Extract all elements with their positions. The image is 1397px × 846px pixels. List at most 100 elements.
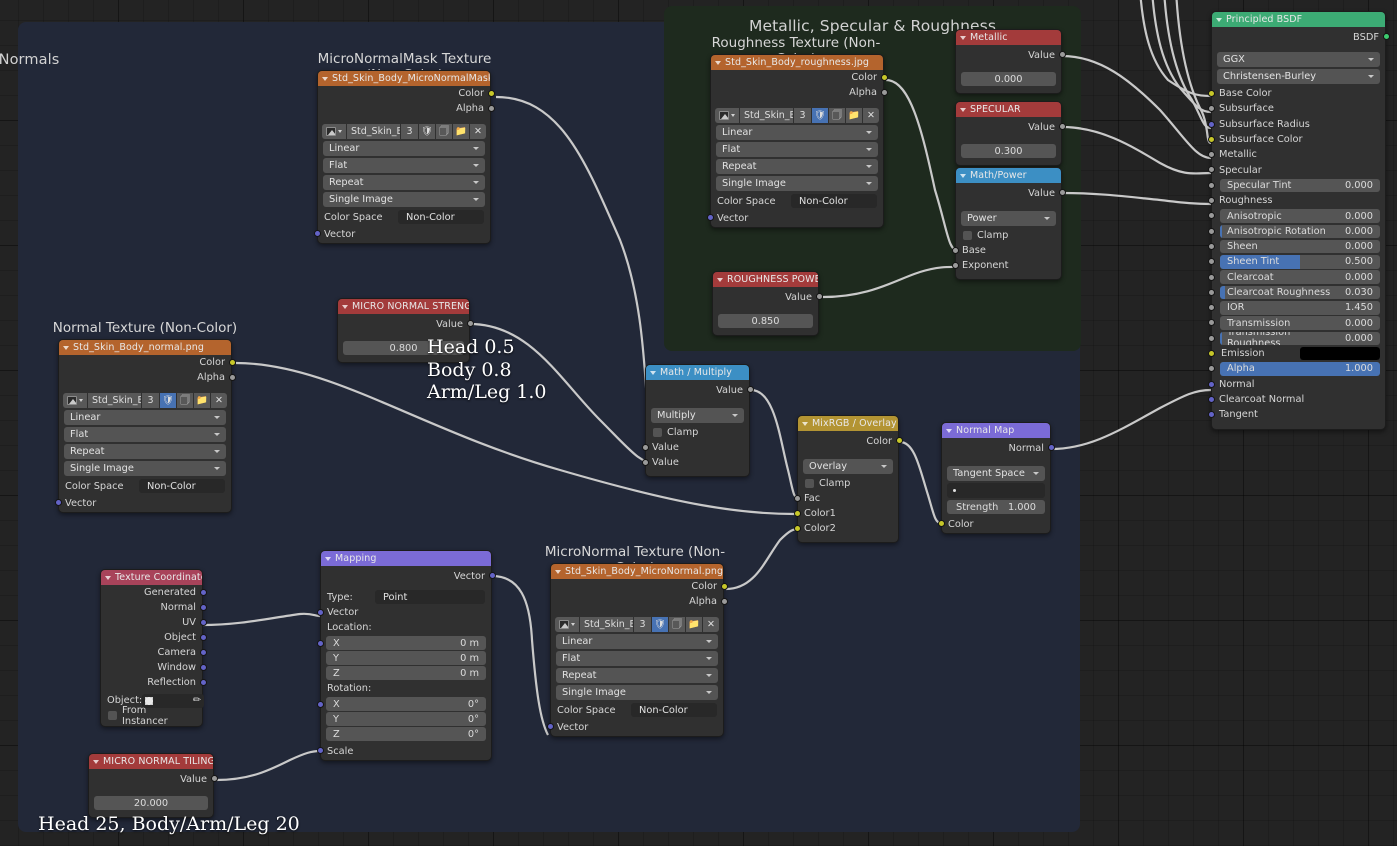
object-row[interactable]: Object: ✏ bbox=[101, 693, 205, 708]
node-micronormal-texture[interactable]: Std_Skin_Body_MicroNormal.png Color Alph… bbox=[546, 563, 728, 737]
bsdf-socket-row[interactable]: Emission bbox=[1207, 346, 1385, 361]
collapse-triangle-icon[interactable] bbox=[960, 173, 966, 178]
node-roughness-texture[interactable]: Std_Skin_Body_roughness.jpg Color Alpha … bbox=[706, 54, 888, 228]
socket-row-value[interactable]: Value bbox=[956, 183, 1066, 203]
close-icon[interactable]: ✕ bbox=[863, 108, 879, 123]
node-metallic-value[interactable]: Metallic Value 0.000 bbox=[955, 29, 1066, 94]
socket-color-out[interactable] bbox=[487, 90, 495, 97]
collapse-triangle-icon[interactable] bbox=[322, 76, 328, 81]
extension-dropdown[interactable]: Repeat bbox=[716, 159, 878, 174]
socket-specular-tint-in[interactable] bbox=[1207, 181, 1215, 189]
collapse-triangle-icon[interactable] bbox=[63, 345, 69, 350]
socket-rotation-in[interactable] bbox=[316, 701, 324, 708]
collapse-triangle-icon[interactable] bbox=[342, 304, 348, 309]
bsdf-socket-row[interactable]: Tangent bbox=[1207, 407, 1385, 422]
socket-clearcoat-roughness-in[interactable] bbox=[1207, 288, 1215, 296]
socket-color-out[interactable] bbox=[880, 74, 888, 81]
bsdf-ior-field[interactable]: IOR 1.450 bbox=[1220, 301, 1380, 315]
socket-alpha-out[interactable] bbox=[720, 598, 728, 605]
bsdf-socket-row[interactable]: Sheen Tint 0.500 bbox=[1207, 254, 1385, 269]
bsdf-socket-row[interactable]: Transmission Roughness 0.000 bbox=[1207, 331, 1385, 346]
bsdf-socket-row[interactable]: Sheen 0.000 bbox=[1207, 239, 1385, 254]
socket-alpha-out[interactable] bbox=[487, 105, 495, 112]
socket-vector-in[interactable] bbox=[316, 609, 324, 616]
collapse-triangle-icon[interactable] bbox=[105, 575, 111, 580]
folder-icon[interactable]: 📁 bbox=[194, 393, 210, 408]
socket-color-in[interactable] bbox=[937, 520, 945, 527]
extension-dropdown[interactable]: Repeat bbox=[323, 175, 485, 190]
projection-dropdown[interactable]: Flat bbox=[323, 158, 485, 173]
image-browse-icon[interactable] bbox=[63, 393, 87, 408]
socket-color-out[interactable] bbox=[228, 359, 236, 366]
folder-icon[interactable]: 📁 bbox=[686, 617, 702, 632]
socket-value-out[interactable] bbox=[1058, 123, 1066, 130]
node-header[interactable]: Mapping bbox=[321, 551, 491, 566]
projection-dropdown[interactable]: Flat bbox=[716, 142, 878, 157]
socket-location-in[interactable] bbox=[316, 640, 324, 647]
projection-dropdown[interactable]: Flat bbox=[556, 651, 718, 666]
socket-row-vector[interactable]: Vector bbox=[546, 718, 723, 736]
socket-color-out[interactable] bbox=[720, 583, 728, 590]
socket-exponent-in[interactable] bbox=[951, 262, 959, 269]
collapse-triangle-icon[interactable] bbox=[325, 556, 331, 561]
normal-space-dropdown[interactable]: Tangent Space bbox=[947, 466, 1045, 481]
node-header[interactable]: SPECULAR bbox=[956, 102, 1061, 117]
socket-value-out[interactable] bbox=[1058, 51, 1066, 58]
bsdf-alpha-field[interactable]: Alpha 1.000 bbox=[1220, 362, 1380, 376]
socket-value2-in[interactable] bbox=[641, 459, 649, 466]
socket-color1-in[interactable] bbox=[793, 510, 801, 517]
bsdf-socket-row[interactable]: Base Color bbox=[1207, 86, 1385, 101]
clamp-row[interactable]: Clamp bbox=[646, 425, 749, 440]
socket-value-out[interactable] bbox=[210, 775, 218, 782]
socket-row-value2[interactable]: Value bbox=[641, 455, 749, 470]
socket-sheen-in[interactable] bbox=[1207, 242, 1215, 250]
blend-mode-dropdown[interactable]: Overlay bbox=[803, 459, 893, 474]
image-users-count[interactable]: 3 bbox=[634, 617, 651, 632]
node-editor-canvas[interactable]: Normals Metallic, Specular & Roughness M… bbox=[0, 0, 1397, 846]
image-datablock-widget[interactable]: Std_Skin_Bo... 3 🛡 🗍 📁 ✕ bbox=[322, 124, 486, 139]
bsdf-socket-row[interactable]: Subsurface bbox=[1207, 101, 1385, 116]
image-browse-icon[interactable] bbox=[555, 617, 579, 632]
source-dropdown[interactable]: Single Image bbox=[556, 685, 718, 700]
collapse-triangle-icon[interactable] bbox=[715, 60, 721, 65]
socket-base-color-in[interactable] bbox=[1207, 90, 1215, 97]
socket-row-value[interactable]: Value bbox=[713, 287, 823, 307]
bsdf-sheen-field[interactable]: Sheen 0.000 bbox=[1220, 239, 1380, 254]
socket-subsurface-color-in[interactable] bbox=[1207, 135, 1215, 143]
socket-subsurface-radius-in[interactable] bbox=[1207, 120, 1215, 128]
node-mapping[interactable]: Mapping Vector Type: Point Vector Locati… bbox=[316, 550, 496, 761]
rotation-y-field[interactable]: Y 0° bbox=[326, 712, 486, 726]
clamp-row[interactable]: Clamp bbox=[798, 476, 898, 491]
socket-subsurface-in[interactable] bbox=[1207, 105, 1215, 113]
bsdf-specular-tint-field[interactable]: Specular Tint 0.000 bbox=[1220, 178, 1380, 193]
clamp-checkbox[interactable] bbox=[963, 231, 972, 240]
source-dropdown[interactable]: Single Image bbox=[323, 192, 485, 207]
folder-icon[interactable]: 📁 bbox=[453, 124, 469, 139]
socket-tangent-in[interactable] bbox=[1207, 411, 1215, 419]
socket-row-scale[interactable]: Scale bbox=[316, 742, 491, 760]
bsdf-socket-row[interactable]: Specular bbox=[1207, 162, 1385, 177]
node-header[interactable]: MICRO NORMAL STRENG... bbox=[338, 299, 469, 314]
node-normal-map[interactable]: Normal Map Normal Tangent Space Strength… bbox=[937, 422, 1055, 534]
collapse-triangle-icon[interactable] bbox=[555, 569, 561, 574]
collapse-triangle-icon[interactable] bbox=[946, 428, 952, 433]
close-icon[interactable]: ✕ bbox=[470, 124, 486, 139]
socket-vector-in[interactable] bbox=[54, 499, 62, 506]
node-normal-texture[interactable]: Std_Skin_Body_normal.png Color Alpha Std… bbox=[54, 339, 236, 513]
socket-row-generated[interactable]: Generated bbox=[101, 585, 207, 600]
node-header[interactable]: Math/Power bbox=[956, 168, 1061, 183]
image-datablock-widget[interactable]: Std_Skin_Bo... 3 🛡 🗍 📁 ✕ bbox=[63, 393, 227, 408]
color-space-row[interactable]: Color Space Non-Color bbox=[551, 702, 723, 718]
node-micro-normal-tiling[interactable]: MICRO NORMAL TILING Value 20.000 bbox=[88, 753, 218, 818]
socket-row-alpha[interactable]: Alpha bbox=[711, 85, 888, 100]
fake-user-shield-icon[interactable]: 🛡 bbox=[652, 617, 668, 632]
image-users-count[interactable]: 3 bbox=[794, 108, 811, 123]
node-specular-value[interactable]: SPECULAR Value 0.300 bbox=[955, 101, 1066, 166]
specular-value-field[interactable]: 0.300 bbox=[961, 144, 1056, 158]
bsdf-sheen-tint-field[interactable]: Sheen Tint 0.500 bbox=[1220, 255, 1380, 269]
color-space-dropdown[interactable]: Non-Color bbox=[631, 703, 717, 717]
fake-user-shield-icon[interactable]: 🛡 bbox=[160, 393, 176, 408]
fake-user-shield-icon[interactable]: 🛡 bbox=[419, 124, 435, 139]
node-header[interactable]: Std_Skin_Body_MicroNormalMask.jpg bbox=[318, 71, 490, 86]
socket-camera-out[interactable] bbox=[199, 649, 207, 656]
